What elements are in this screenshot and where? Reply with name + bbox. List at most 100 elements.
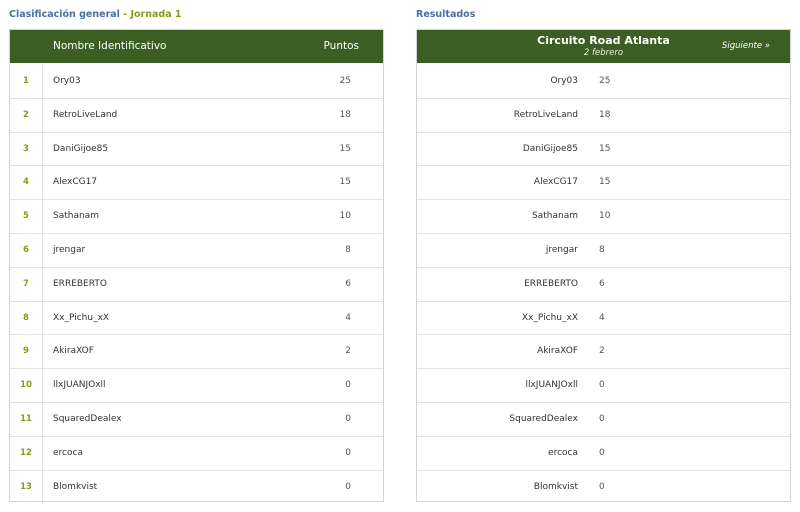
result-points: 2: [599, 346, 605, 357]
result-player-name: Ory03: [550, 76, 578, 86]
standings-row: 6 jrengar 8: [10, 233, 383, 268]
result-row: DaniGijoe85 15: [417, 133, 790, 167]
standings-row: 12 ercoca 0: [10, 436, 383, 471]
row-points: 0: [345, 481, 351, 492]
standings-table: Nombre Identificativo Puntos 1 Ory03 25 2 Re…: [9, 29, 384, 505]
row-position: 9: [10, 335, 43, 369]
row-player-name: Ory03: [53, 76, 81, 86]
result-player-name: jrengar: [545, 244, 578, 255]
row-position: 10: [10, 369, 43, 402]
result-points: 0: [599, 447, 605, 458]
result-player-name: RetroLiveLand: [513, 109, 578, 120]
results-header: Circuito Road Atlanta 2 febrero Siguient…: [417, 30, 790, 65]
result-points: 0: [599, 413, 605, 424]
row-points: 25: [339, 76, 351, 86]
result-points: 6: [599, 278, 605, 289]
result-player-name: ercoca: [548, 447, 578, 458]
row-points: 8: [345, 244, 351, 255]
standings-header: Nombre Identificativo Puntos: [10, 30, 383, 65]
standings-row: 3 DaniGijoe85 15: [10, 132, 383, 167]
result-player-name: llxJUANJOxll: [525, 380, 578, 391]
row-player-name: AlexCG17: [53, 177, 98, 188]
standings-row: 10 llxJUANJOxll 0: [10, 369, 383, 403]
result-points: 25: [599, 76, 611, 86]
result-player-name: AlexCG17: [533, 177, 578, 188]
result-points: 15: [599, 177, 611, 188]
result-row: Xx_Pichu_xX 4: [417, 302, 790, 336]
result-row: Blomkvist 0: [417, 471, 790, 505]
row-points: 15: [339, 177, 351, 188]
row-points: 2: [345, 346, 351, 357]
result-row: SquaredDealex 0: [417, 403, 790, 437]
row-player-name: Blomkvist: [53, 481, 98, 492]
result-points: 0: [599, 481, 605, 492]
standings-row: 9 AkiraXOF 2: [10, 335, 383, 370]
result-player-name: SquaredDealex: [509, 413, 578, 424]
row-player-name: RetroLiveLand: [53, 109, 118, 120]
row-position: 13: [10, 470, 43, 505]
row-player-name: Xx_Pichu_xX: [53, 312, 110, 323]
standings-title-round: Jornada 1: [130, 9, 182, 20]
row-position: 1: [10, 65, 43, 98]
result-points: 0: [599, 380, 605, 391]
row-player-name: jrengar: [53, 244, 86, 255]
row-position: 6: [10, 233, 43, 267]
result-row: RetroLiveLand 18: [417, 99, 790, 133]
row-position: 4: [10, 166, 43, 200]
row-points: 6: [345, 278, 351, 289]
row-position: 7: [10, 267, 43, 301]
standings-row: 8 Xx_Pichu_xX 4: [10, 301, 383, 336]
result-row: llxJUANJOxll 0: [417, 369, 790, 403]
row-position: 8: [10, 301, 43, 335]
result-row: ERREBERTO 6: [417, 268, 790, 302]
result-points: 18: [599, 109, 611, 120]
result-player-name: Blomkvist: [533, 481, 578, 492]
row-player-name: DaniGijoe85: [53, 143, 109, 154]
row-player-name: ERREBERTO: [53, 278, 107, 289]
row-position: 2: [10, 98, 43, 132]
next-race-link[interactable]: Siguiente »: [722, 41, 770, 51]
row-points: 0: [345, 447, 351, 458]
row-position: 11: [10, 402, 43, 436]
standings-row: 1 Ory03 25: [10, 65, 383, 99]
result-row: ercoca 0: [417, 437, 790, 471]
result-row: AkiraXOF 2: [417, 335, 790, 370]
result-player-name: Xx_Pichu_xX: [521, 312, 578, 323]
results-rows: Ory03 25 RetroLiveLand 18 DaniGijoe85 15 AlexC…: [417, 65, 790, 504]
result-row: Sathanam 10: [417, 200, 790, 234]
result-points: 10: [599, 211, 611, 222]
standings-rows: 1 Ory03 25 2 RetroLiveLand 18 3 DaniGijoe85 15 4 A…: [10, 65, 383, 505]
result-player-name: Sathanam: [532, 211, 578, 222]
standings-row: 7 ERREBERTO 6: [10, 267, 383, 302]
result-points: 15: [599, 143, 611, 154]
row-points: 18: [339, 109, 351, 120]
result-player-name: AkiraXOF: [537, 346, 578, 357]
results-table: Circuito Road Atlanta 2 febrero Siguient…: [416, 29, 791, 502]
row-position: 3: [10, 132, 43, 166]
row-position: 5: [10, 200, 43, 233]
column-header-points: Puntos: [323, 40, 359, 52]
result-row: AlexCG17 15: [417, 166, 790, 201]
result-player-name: ERREBERTO: [524, 278, 578, 289]
standings-row: 4 AlexCG17 15: [10, 166, 383, 201]
row-position: 12: [10, 436, 43, 470]
row-player-name: llxJUANJOxll: [53, 380, 106, 391]
standings-title: Clasificación general - Jornada 1: [9, 9, 182, 20]
standings-row: 5 Sathanam 10: [10, 200, 383, 234]
column-header-name: Nombre Identificativo: [53, 40, 167, 52]
result-points: 4: [599, 312, 605, 323]
result-row: jrengar 8: [417, 234, 790, 268]
result-points: 8: [599, 244, 605, 255]
row-points: 0: [345, 413, 351, 424]
row-points: 0: [345, 380, 351, 391]
row-player-name: AkiraXOF: [53, 346, 94, 357]
row-player-name: SquaredDealex: [53, 413, 122, 424]
result-player-name: DaniGijoe85: [522, 143, 578, 154]
standings-row: 11 SquaredDealex 0: [10, 402, 383, 437]
standings-title-main: Clasificación general: [9, 9, 120, 20]
row-points: 15: [339, 143, 351, 154]
standings-title-sep: -: [119, 9, 131, 20]
results-title: Resultados: [416, 9, 476, 20]
standings-row: 13 Blomkvist 0: [10, 470, 383, 505]
row-player-name: Sathanam: [53, 211, 99, 222]
